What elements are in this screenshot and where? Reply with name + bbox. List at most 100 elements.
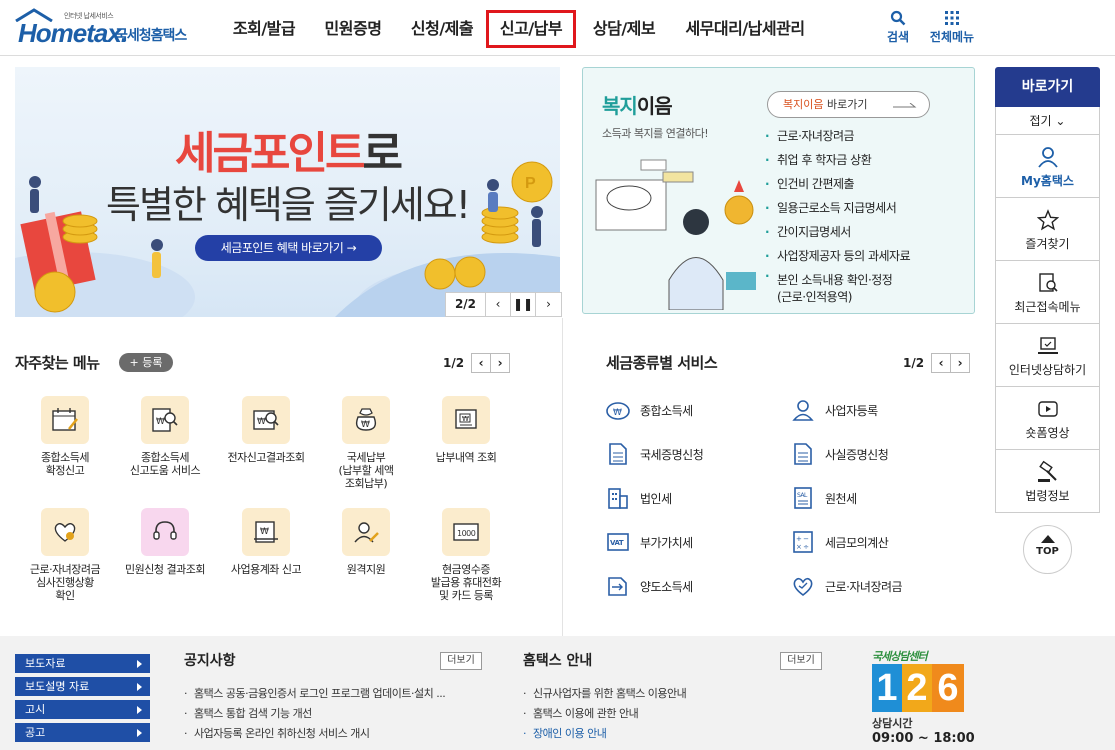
welfare-item[interactable]: 본인 소득내용 확인·정정(근로·인적용역) xyxy=(765,268,910,306)
quick-item-label: 인터넷상담하기 xyxy=(1008,363,1087,377)
frequent-item[interactable]: ₩ 종합소득세 신고도움 서비스 xyxy=(115,396,215,477)
nav-inquiry-issue[interactable]: 조회/발급 xyxy=(222,10,306,48)
notice-item[interactable]: 홈택스 공동·금융인증서 로그인 프로그램 업데이트·설치 ... xyxy=(184,684,446,704)
quick-menu-fold-button[interactable]: 접기 ⌄ xyxy=(995,107,1100,135)
doc-icon xyxy=(609,443,627,465)
notice-item[interactable]: 사업자등록 온라인 취하신청 서비스 개시 xyxy=(184,724,445,744)
all-menu-button[interactable]: 전체메뉴 xyxy=(922,8,982,45)
welfare-item[interactable]: 간이지급명세서 xyxy=(765,220,910,244)
quick-item-label: My홈택스 xyxy=(1021,174,1074,188)
welfare-item[interactable]: 사업장제공자 등의 과세자료 xyxy=(765,244,911,268)
quick-recent-menu[interactable]: 최근접속메뉴 xyxy=(995,261,1100,324)
frequent-item[interactable]: 종합소득세 확정신고 xyxy=(15,396,115,477)
welfare-item[interactable]: 근로·자녀장려금 xyxy=(765,124,910,148)
notice-item[interactable]: 홈택스 통합 검색 기능 개선 xyxy=(184,704,445,724)
frequent-prev-button[interactable]: ‹ xyxy=(471,353,492,373)
person-icon xyxy=(792,400,814,421)
headset-icon xyxy=(153,521,177,540)
guide-item[interactable]: 신규사업자를 위한 홈택스 이용안내 xyxy=(523,684,687,704)
money-bag-icon: ₩ xyxy=(355,408,377,431)
tax-service-label: 원천세 xyxy=(825,491,857,506)
tax-service-label: 사실증명신청 xyxy=(825,447,889,462)
frequent-menu-title: 자주찾는 메뉴 xyxy=(15,354,100,372)
welfare-item[interactable]: 일용근로소득 지급명세서 xyxy=(765,196,910,220)
press-release-button[interactable]: 보도자료 xyxy=(15,654,150,673)
hometax-guide-title: 홈택스 안내 xyxy=(523,653,593,669)
nav-report-payment[interactable]: 신고/납부 xyxy=(486,10,576,48)
call-hours: 09:00 ~ 18:00 xyxy=(872,731,975,746)
tax-point-benefit-button[interactable]: 세금포인트 혜택 바로가기 → xyxy=(195,235,382,261)
frequent-item[interactable]: 근로·자녀장려금 심사진행상황 확인 xyxy=(15,508,115,602)
guide-item[interactable]: 홈택스 이용에 관한 안내 xyxy=(523,704,686,724)
frequent-item[interactable]: ₩ 전자신고결과조회 xyxy=(216,396,316,464)
banner-prev-button[interactable]: ‹ xyxy=(486,293,511,316)
banner-pause-button[interactable]: ❚❚ xyxy=(511,293,536,316)
frequent-item[interactable]: 민원신청 결과조회 xyxy=(115,508,215,576)
frequent-register-button[interactable]: + 등록 xyxy=(119,353,173,372)
tax-service-label: 국세증명신청 xyxy=(640,447,704,462)
main-banner[interactable]: P 세금포인트로 특별한 혜택을 즐기세요! 세금포인트 혜택 바로가기 → xyxy=(15,67,560,317)
scroll-top-button[interactable]: TOP xyxy=(1023,525,1072,574)
tax-service-item[interactable]: VAT 부가가치세 xyxy=(605,529,693,555)
guide-more-button[interactable]: 더보기 xyxy=(780,652,822,670)
tax-service-item[interactable]: + − × ÷ 세금모의계산 xyxy=(790,529,889,555)
frequent-item[interactable]: ₩ 국세납부 (납부할 세액 조회납부) xyxy=(316,396,416,490)
chevron-right-icon: › xyxy=(957,356,963,370)
top-label: TOP xyxy=(1036,546,1059,557)
tax-service-item[interactable]: 법인세 xyxy=(605,485,672,511)
quick-law-info[interactable]: 법령정보 xyxy=(995,450,1100,513)
hometax-logo[interactable]: 인터넷 납세서비스 Hometax. 국세청홈택스 xyxy=(14,8,199,48)
logo-korean: 국세청홈택스 xyxy=(115,28,187,44)
call-center: 국세상담센터 1 2 6 상담시간 09:00 ~ 18:00 xyxy=(870,648,980,748)
announcement-button[interactable]: 공고 xyxy=(15,723,150,742)
heart-hand-icon xyxy=(793,577,813,596)
card-icon: 1000 xyxy=(453,523,479,541)
guide-item[interactable]: 장애인 이용 안내 xyxy=(523,724,686,744)
tax-service-label: 법인세 xyxy=(640,491,672,506)
arrow-right-icon xyxy=(893,103,917,108)
tax-service-item[interactable]: 국세증명신청 xyxy=(605,441,704,467)
gavel-icon xyxy=(1037,460,1057,482)
frequent-item[interactable]: 원격지원 xyxy=(316,508,416,576)
tax-service-item[interactable]: ₩ 종합소득세 xyxy=(605,397,693,423)
tax-service-item[interactable]: 근로·자녀장려금 xyxy=(790,573,903,599)
frequent-item[interactable]: 1000 현금영수증 발급용 휴대전화 및 카드 등록 xyxy=(416,508,516,602)
logo-word: Hometax. xyxy=(18,18,128,48)
chevron-right-icon: › xyxy=(546,297,551,311)
support-icon xyxy=(354,522,379,543)
banner-title: 세금포인트로 xyxy=(175,128,403,179)
tax-service-label: 종합소득세 xyxy=(640,403,693,418)
tax-service-next-button[interactable]: › xyxy=(950,353,971,373)
quick-favorites[interactable]: 즐겨찾기 xyxy=(995,198,1100,261)
doc-search-icon: ₩ xyxy=(152,408,178,432)
grid-menu-icon xyxy=(945,11,959,25)
frequent-next-button[interactable]: › xyxy=(490,353,511,373)
tax-service-item[interactable]: 사업자등록 xyxy=(790,397,878,423)
welfare-item[interactable]: 인건비 간편제출 xyxy=(765,172,910,196)
tax-service-item[interactable]: 사실증명신청 xyxy=(790,441,889,467)
svg-text:₩: ₩ xyxy=(260,527,269,537)
welfare-shortcut-button[interactable]: 복지이음 바로가기 xyxy=(767,91,930,118)
tax-service-item[interactable]: 양도소득세 xyxy=(605,573,693,599)
tax-service-prev-button[interactable]: ‹ xyxy=(931,353,952,373)
nav-tax-agent[interactable]: 세무대리/납세관리 xyxy=(676,10,814,48)
tax-service-item[interactable]: SAL 원천세 xyxy=(790,485,857,511)
press-explanation-button[interactable]: 보도설명 자료 xyxy=(15,677,150,696)
nav-consult-report[interactable]: 상담/제보 xyxy=(584,10,664,48)
quick-short-video[interactable]: 숏폼영상 xyxy=(995,387,1100,450)
tax-service-title: 세금종류별 서비스 xyxy=(606,354,718,372)
welfare-item[interactable]: 취업 후 학자금 상환 xyxy=(765,148,910,172)
quick-my-hometax[interactable]: My홈택스 xyxy=(995,135,1100,198)
quick-online-consult[interactable]: 인터넷상담하기 xyxy=(995,324,1100,387)
search-button[interactable]: 검색 xyxy=(878,8,918,45)
svg-text:+ −: + − xyxy=(796,535,809,543)
income-tax-icon: ₩ xyxy=(606,402,630,420)
notification-button[interactable]: 고시 xyxy=(15,700,150,719)
chevron-left-icon: ‹ xyxy=(478,356,484,370)
nav-apply-submit[interactable]: 신청/제출 xyxy=(400,10,484,48)
nav-civil-certificate[interactable]: 민원증명 xyxy=(314,10,392,48)
notice-more-button[interactable]: 더보기 xyxy=(440,652,482,670)
frequent-item[interactable]: ₩ 납부내역 조회 xyxy=(416,396,516,464)
frequent-item[interactable]: ₩ 사업용계좌 신고 xyxy=(216,508,316,576)
banner-next-button[interactable]: › xyxy=(536,293,561,316)
